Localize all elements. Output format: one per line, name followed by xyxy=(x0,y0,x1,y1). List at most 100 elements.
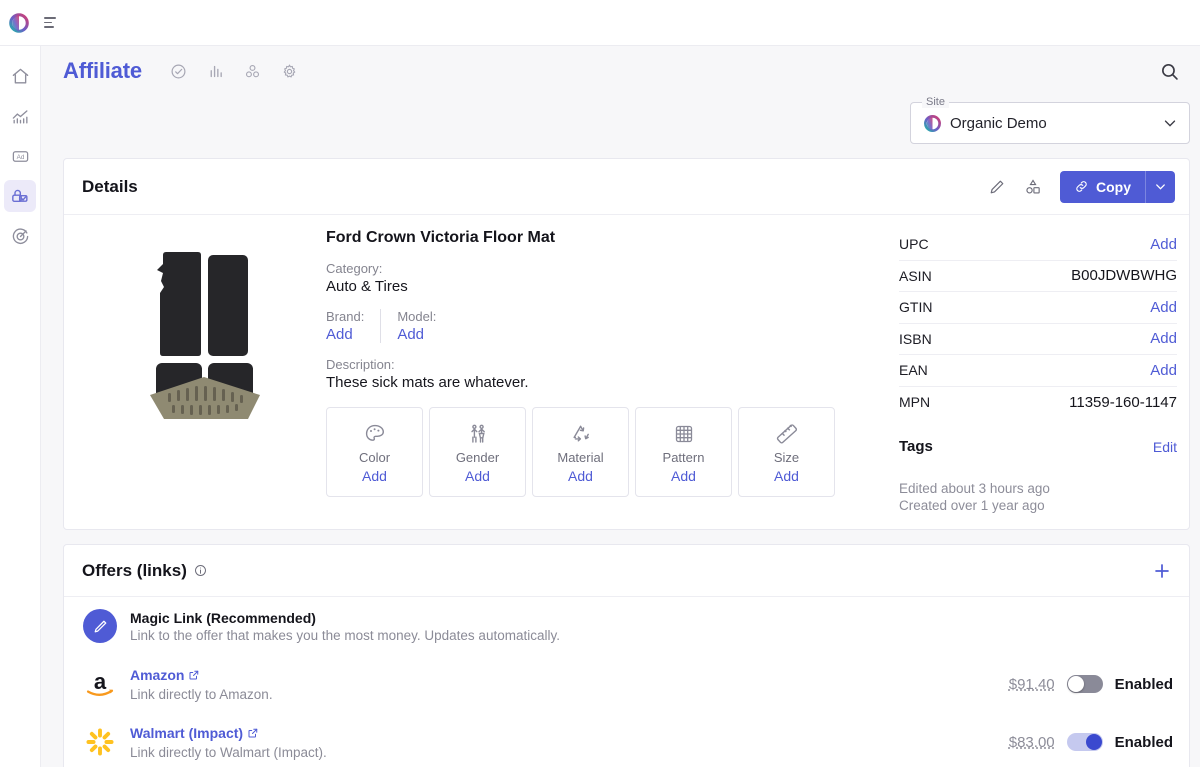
identifier-row: EAN Add xyxy=(899,355,1177,387)
target-icon xyxy=(12,227,28,244)
attribute-chip-pattern[interactable]: Pattern Add xyxy=(635,407,732,497)
organic-logo-icon[interactable] xyxy=(8,12,30,34)
offers-title-wrap: Offers (links) xyxy=(82,561,207,581)
offer-row-walmart[interactable]: Walmart (Impact) Link directly to Walmar… xyxy=(64,713,1189,767)
offers-title: Offers (links) xyxy=(82,560,187,580)
sidebar-item-affiliate[interactable] xyxy=(4,180,36,212)
offer-controls: $91.40 Enabled xyxy=(1009,675,1173,693)
copy-button[interactable]: Copy xyxy=(1060,170,1145,203)
brand-label: Brand: xyxy=(326,309,365,324)
copy-dropdown-button[interactable] xyxy=(1145,170,1175,203)
attribute-add-link[interactable]: Add xyxy=(671,468,696,484)
created-timestamp: Created over 1 year ago xyxy=(899,498,1045,513)
product-info-col: Ford Crown Victoria Floor Mat Category: … xyxy=(326,229,899,513)
attribute-chip-color[interactable]: Color Add xyxy=(326,407,423,497)
attribute-add-link[interactable]: Add xyxy=(465,468,490,484)
attribute-add-link[interactable]: Add xyxy=(362,468,387,484)
affiliate-lock-icon xyxy=(12,189,28,203)
offer-controls: $83.00 Enabled xyxy=(1009,733,1173,751)
sidebar-item-analytics[interactable] xyxy=(4,100,36,132)
offer-subtitle: Link directly to Amazon. xyxy=(130,686,273,702)
brand-field: Brand: Add xyxy=(326,309,380,343)
model-field: Model: Add xyxy=(380,309,452,343)
identifier-value: 11359-160-1147 xyxy=(1069,393,1177,411)
pencil-icon[interactable] xyxy=(988,178,1006,196)
page-header: Affiliate xyxy=(41,46,1200,96)
offer-icon-wrap xyxy=(82,608,118,644)
info-icon[interactable] xyxy=(194,564,207,577)
offer-row-magic-link[interactable]: Magic Link (Recommended) Link to the off… xyxy=(64,597,1189,655)
sidebar-item-targets[interactable] xyxy=(4,220,36,252)
model-label: Model: xyxy=(397,309,437,324)
attribute-chip-size[interactable]: Size Add xyxy=(738,407,835,497)
copy-button-label: Copy xyxy=(1096,178,1131,195)
walmart-icon xyxy=(86,728,114,756)
brand-add-link[interactable]: Add xyxy=(326,326,364,343)
product-image-floor-mats xyxy=(150,252,260,419)
sidebar-item-ads[interactable]: Ad xyxy=(4,140,36,172)
identifier-key: ASIN xyxy=(899,267,932,284)
top-bar xyxy=(0,0,1200,46)
offer-title: Walmart (Impact) xyxy=(130,724,244,741)
offer-toggle-amazon[interactable] xyxy=(1066,675,1103,693)
attribute-chip-gender[interactable]: Gender Add xyxy=(429,407,526,497)
sidebar-item-home[interactable] xyxy=(4,60,36,92)
tags-title: Tags xyxy=(899,438,933,455)
shapes-icon[interactable] xyxy=(1024,178,1042,196)
page-title: Affiliate xyxy=(63,58,142,83)
product-image-col xyxy=(64,229,326,513)
identifier-value[interactable]: Add xyxy=(1150,362,1177,379)
identifier-key: EAN xyxy=(899,362,928,379)
offer-toggle-walmart[interactable] xyxy=(1066,733,1103,751)
external-link-icon xyxy=(189,670,199,679)
offer-link-walmart[interactable]: Walmart (Impact) xyxy=(130,725,259,741)
add-offer-button[interactable] xyxy=(1151,560,1173,582)
offer-row-amazon[interactable]: a Amazon Link directly to Amazon. $91.40… xyxy=(64,655,1189,713)
identifier-value: B00JDWBWHG xyxy=(1071,267,1177,285)
details-card: Details Copy Ford Crown Victoria Floor M… xyxy=(63,158,1190,530)
attribute-label: Gender xyxy=(455,449,500,465)
identifier-value[interactable]: Add xyxy=(1150,236,1177,253)
details-card-header: Details Copy xyxy=(64,159,1189,215)
chevron-down-icon[interactable] xyxy=(1161,114,1179,132)
people-icon xyxy=(466,421,490,447)
search-icon[interactable] xyxy=(1159,61,1180,82)
attribute-add-link[interactable]: Add xyxy=(568,468,593,484)
attribute-label: Size xyxy=(773,449,800,465)
chart-line-icon xyxy=(12,109,28,124)
attribute-chip-material[interactable]: Material Add xyxy=(532,407,629,497)
brand-model-row: Brand: Add Model: Add xyxy=(326,309,889,343)
offer-icon-wrap xyxy=(82,724,118,760)
ruler-icon xyxy=(775,421,799,447)
description-field: Description: These sick mats are whateve… xyxy=(326,357,889,391)
offer-subtitle: Link directly to Walmart (Impact). xyxy=(130,744,327,760)
identifier-value[interactable]: Add xyxy=(1150,330,1177,347)
nodes-icon[interactable] xyxy=(244,63,261,80)
chevron-down-icon xyxy=(1156,184,1165,190)
model-add-link[interactable]: Add xyxy=(397,326,436,343)
gear-icon[interactable] xyxy=(281,63,298,80)
identifier-key: UPC xyxy=(899,236,929,253)
header-icon-group xyxy=(170,63,298,80)
identifier-value[interactable]: Add xyxy=(1150,299,1177,316)
identifier-row: ASIN B00JDWBWHG xyxy=(899,261,1177,292)
attribute-add-link[interactable]: Add xyxy=(774,468,799,484)
magic-link-icon xyxy=(83,609,117,643)
offer-text: Walmart (Impact) Link directly to Walmar… xyxy=(130,725,997,760)
tags-section: Tags Edit xyxy=(899,438,1177,455)
offer-status: Enabled xyxy=(1114,733,1173,751)
offer-text: Amazon Link directly to Amazon. xyxy=(130,667,997,702)
offer-icon-wrap: a xyxy=(82,666,118,702)
offers-card: Offers (links) Magic Link (Recommended) xyxy=(63,544,1190,767)
tags-edit-link[interactable]: Edit xyxy=(1153,439,1177,455)
site-select[interactable]: Site Organic Demo xyxy=(910,96,1190,144)
category-field: Category: Auto & Tires xyxy=(326,261,889,295)
check-circle-icon[interactable] xyxy=(170,63,187,80)
bar-chart-icon[interactable] xyxy=(207,63,224,80)
offer-link-amazon[interactable]: Amazon xyxy=(130,667,200,683)
attribute-label: Pattern xyxy=(662,449,705,465)
hamburger-icon[interactable] xyxy=(44,14,62,32)
recycle-icon xyxy=(569,421,593,447)
identifier-row: GTIN Add xyxy=(899,292,1177,324)
edited-timestamp: Edited about 3 hours ago xyxy=(899,481,1050,496)
